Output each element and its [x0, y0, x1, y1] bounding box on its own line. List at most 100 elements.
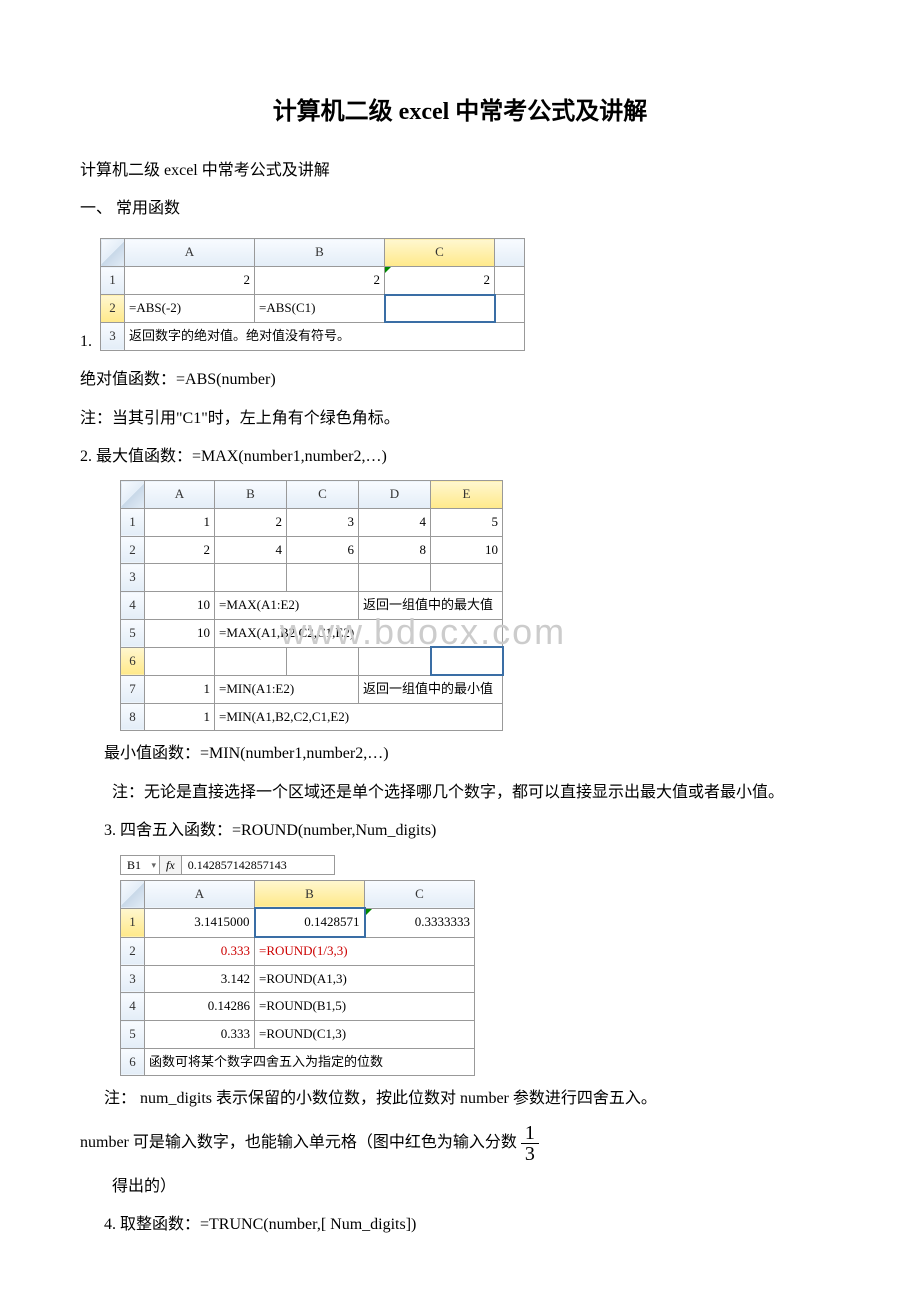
- cell: 1: [145, 508, 215, 536]
- cell: [215, 647, 287, 675]
- cell: 0.3333333: [365, 908, 475, 937]
- page-title: 计算机二级 excel 中常考公式及讲解: [80, 90, 840, 136]
- cell: 2: [145, 536, 215, 564]
- cell: [145, 647, 215, 675]
- formula-value[interactable]: 0.142857142857143: [182, 855, 335, 875]
- table-row: 5 0.333 =ROUND(C1,3): [121, 1021, 475, 1049]
- paragraph: 最小值函数：=MIN(number1,number2,…): [80, 739, 840, 769]
- table-header-row: A B C: [121, 880, 475, 908]
- cell: =MIN(A1:E2): [215, 675, 359, 703]
- col-header-selected: E: [431, 481, 503, 509]
- col-header: [495, 239, 525, 267]
- row-header: 1: [121, 508, 145, 536]
- table-row: 2 2 4 6 8 10: [121, 536, 503, 564]
- col-header: B: [215, 481, 287, 509]
- row-header: 3: [121, 564, 145, 592]
- subtitle-line: 计算机二级 excel 中常考公式及讲解: [80, 156, 840, 186]
- cell: [359, 564, 431, 592]
- col-header-selected: B: [255, 880, 365, 908]
- excel-table-round: A B C 1 3.1415000 0.1428571 0.3333333 2 …: [120, 880, 475, 1077]
- cell: =ROUND(C1,3): [255, 1021, 475, 1049]
- cell: [495, 267, 525, 295]
- selected-cell: [431, 647, 503, 675]
- row-header: 2: [121, 937, 145, 965]
- cell: 2: [255, 267, 385, 295]
- cell: =ABS(C1): [255, 295, 385, 323]
- row-header: 3: [121, 965, 145, 993]
- row-header-selected: 6: [121, 647, 145, 675]
- cell: [287, 647, 359, 675]
- row-header: 8: [121, 703, 145, 731]
- table-row: 4 0.14286 =ROUND(B1,5): [121, 993, 475, 1021]
- table-row: 3 3.142 =ROUND(A1,3): [121, 965, 475, 993]
- table-row: 3: [121, 564, 503, 592]
- cell: [359, 647, 431, 675]
- paragraph: 注： num_digits 表示保留的小数位数，按此位数对 number 参数进…: [80, 1084, 840, 1114]
- list-number-1: 1.: [80, 327, 92, 357]
- cell: 2: [215, 508, 287, 536]
- row-header: 4: [121, 993, 145, 1021]
- row-header: 1: [101, 267, 125, 295]
- table-row: 6: [121, 647, 503, 675]
- cell: =MAX(A1:E2): [215, 592, 359, 620]
- cell: =ABS(-2): [125, 295, 255, 323]
- table-row: 2 =ABS(-2) =ABS(C1): [101, 295, 525, 323]
- cell: =ROUND(A1,3): [255, 965, 475, 993]
- paragraph: 注：无论是直接选择一个区域还是单个选择哪几个数字，都可以直接显示出最大值或者最小…: [80, 778, 840, 808]
- section-heading-1: 一、 常用函数: [80, 194, 840, 224]
- row-header: 5: [121, 1021, 145, 1049]
- cell: 2: [385, 267, 495, 295]
- row-header: 3: [101, 322, 125, 350]
- paragraph: 注：当其引用"C1"时，左上角有个绿色角标。: [80, 404, 840, 434]
- paragraph: 4. 取整函数：=TRUNC(number,[ Num_digits]): [80, 1210, 840, 1240]
- paragraph: 得出的）: [80, 1172, 840, 1202]
- cell: 8: [359, 536, 431, 564]
- corner-cell: [121, 880, 145, 908]
- paragraph: 3. 四舍五入函数：=ROUND(number,Num_digits): [80, 816, 840, 846]
- paragraph: 2. 最大值函数：=MAX(number1,number2,…): [80, 442, 840, 472]
- paragraph: number 可是输入数字，也能输入单元格（图中红色为输入分数 1 3: [80, 1123, 840, 1164]
- cell: =MIN(A1,B2,C2,C1,E2): [215, 703, 503, 731]
- table-row: 1 2 2 2: [101, 267, 525, 295]
- row-header: 7: [121, 675, 145, 703]
- cell: =MAX(A1,B2,C2,C1,E2): [215, 619, 503, 647]
- cell: [215, 564, 287, 592]
- cell: 4: [359, 508, 431, 536]
- cell: 2: [125, 267, 255, 295]
- col-header-selected: C: [385, 239, 495, 267]
- col-header: C: [365, 880, 475, 908]
- table-header-row: A B C D E: [121, 481, 503, 509]
- cell: 0.333: [145, 1021, 255, 1049]
- cell: 3: [287, 508, 359, 536]
- table-row: 1 3.1415000 0.1428571 0.3333333: [121, 908, 475, 937]
- col-header: C: [287, 481, 359, 509]
- cell: 10: [431, 536, 503, 564]
- cell: 1: [145, 675, 215, 703]
- col-header: A: [125, 239, 255, 267]
- table-row: 5 10 =MAX(A1,B2,C2,C1,E2): [121, 619, 503, 647]
- selected-cell: [385, 295, 495, 323]
- col-header: A: [145, 481, 215, 509]
- cell: 1: [145, 703, 215, 731]
- name-box[interactable]: B1: [120, 855, 160, 875]
- paragraph: 绝对值函数：=ABS(number): [80, 365, 840, 395]
- table-row: 3 返回数字的绝对值。绝对值没有符号。: [101, 322, 525, 350]
- row-header: 4: [121, 592, 145, 620]
- row-header: 2: [121, 536, 145, 564]
- cell: 10: [145, 592, 215, 620]
- cell: [145, 564, 215, 592]
- cell: =ROUND(1/3,3): [255, 937, 475, 965]
- cell: 返回一组值中的最大值: [359, 592, 503, 620]
- cell: 4: [215, 536, 287, 564]
- cell: 6: [287, 536, 359, 564]
- cell: =ROUND(B1,5): [255, 993, 475, 1021]
- col-header: A: [145, 880, 255, 908]
- table-row: 6 函数可将某个数字四舍五入为指定的位数: [121, 1048, 475, 1076]
- cell: 5: [431, 508, 503, 536]
- col-header: B: [255, 239, 385, 267]
- cell: [495, 295, 525, 323]
- row-header: 6: [121, 1048, 145, 1076]
- table-row: 7 1 =MIN(A1:E2) 返回一组值中的最小值: [121, 675, 503, 703]
- col-header: D: [359, 481, 431, 509]
- cell-merged: 函数可将某个数字四舍五入为指定的位数: [145, 1048, 475, 1076]
